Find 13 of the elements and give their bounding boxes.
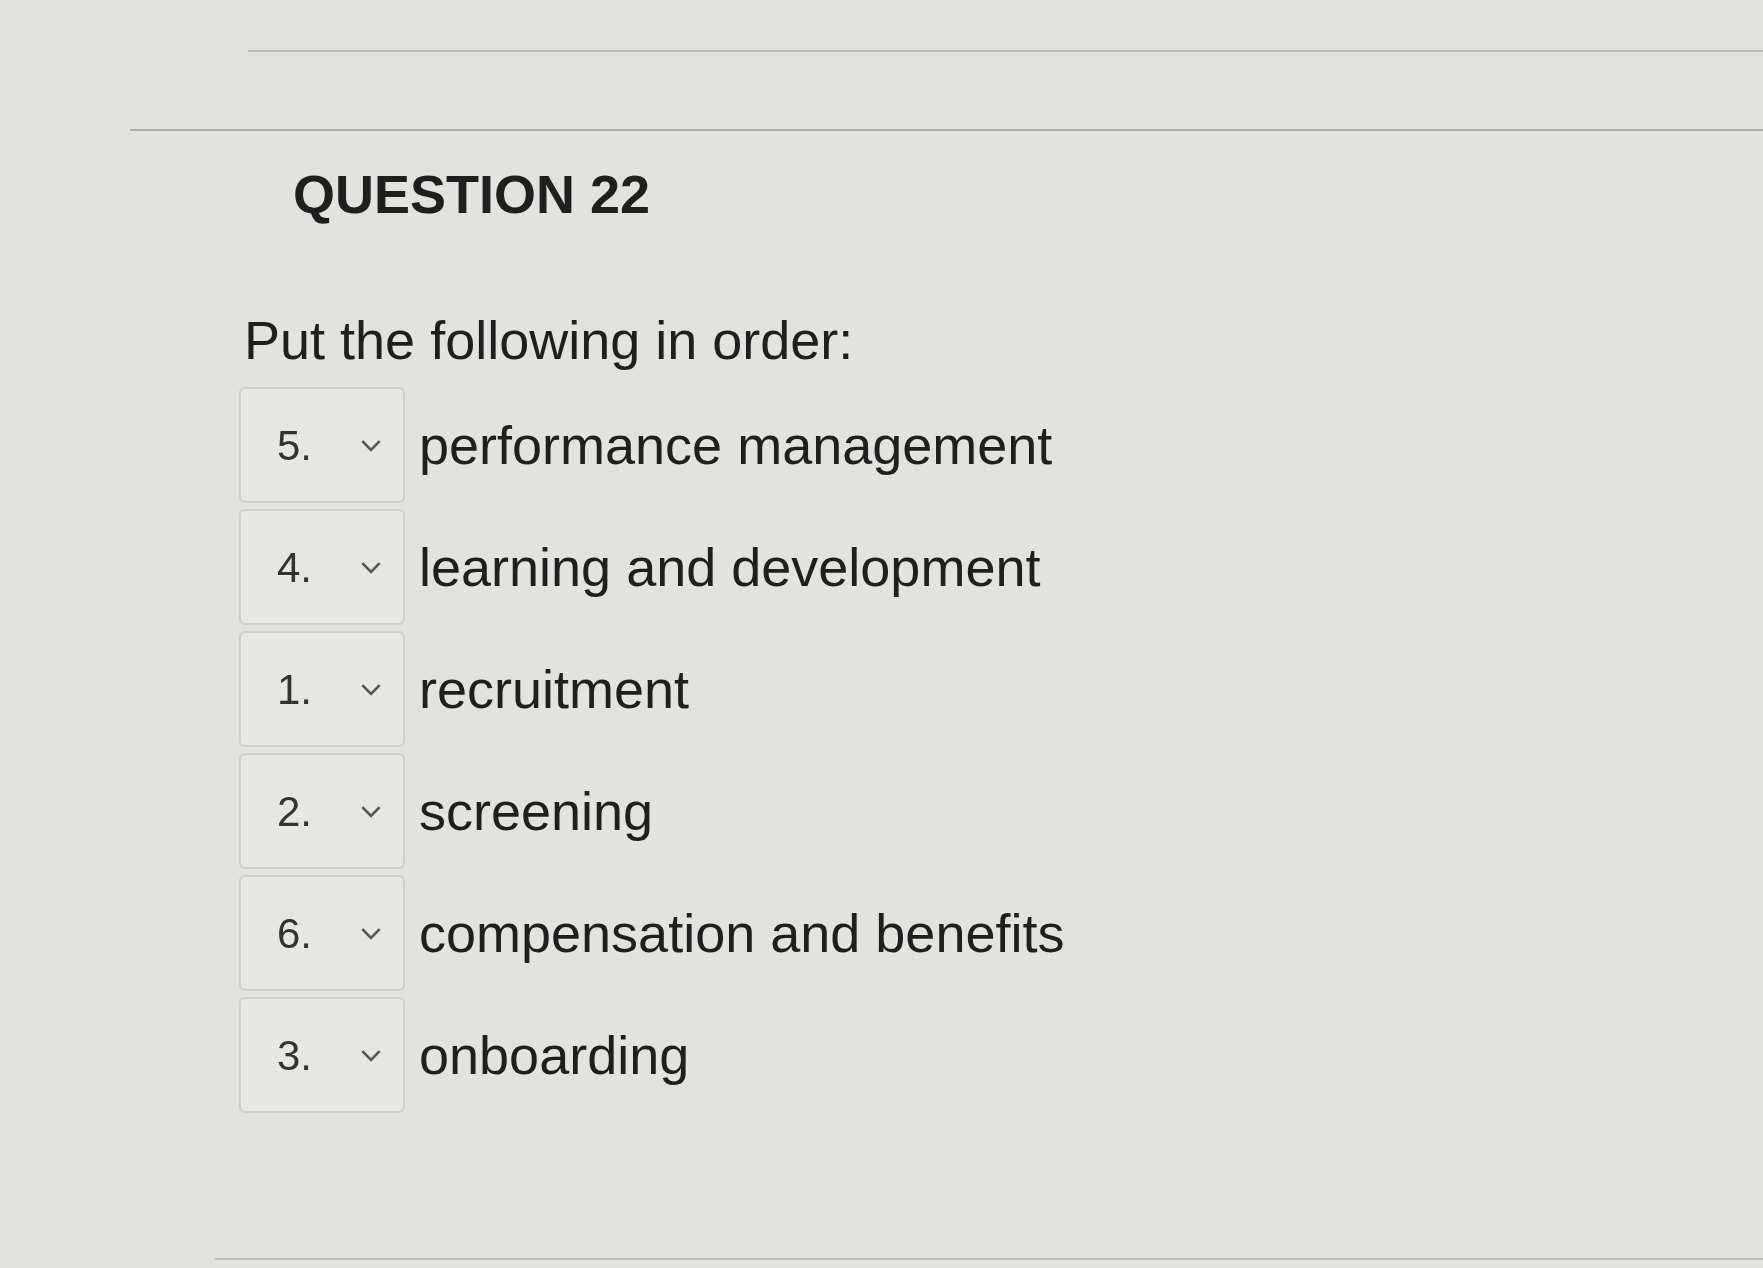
caret-icon	[360, 682, 383, 696]
order-dropdown[interactable]: 2.	[239, 753, 405, 869]
caret-icon	[360, 438, 383, 452]
caret-icon	[360, 926, 383, 940]
order-dropdown[interactable]: 3.	[239, 997, 405, 1113]
caret-icon	[360, 1048, 383, 1062]
order-dropdown[interactable]: 5.	[239, 387, 405, 503]
item-label: recruitment	[419, 662, 690, 716]
order-dropdown[interactable]: 4.	[239, 509, 405, 625]
caret-icon	[360, 560, 383, 574]
order-dropdown[interactable]: 1.	[239, 631, 405, 747]
caret-icon	[360, 804, 383, 818]
order-dropdown[interactable]: 6.	[239, 875, 405, 991]
